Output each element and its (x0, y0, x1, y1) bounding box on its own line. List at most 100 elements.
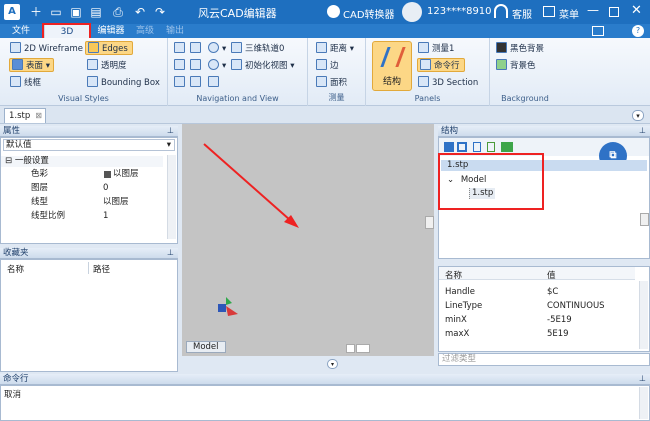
distance-button[interactable]: 距离 ▾ (316, 42, 354, 56)
tab-advanced[interactable]: 高级 (132, 24, 158, 38)
avatar[interactable] (402, 2, 422, 22)
list-view-icon[interactable] (444, 142, 454, 152)
surface-dropdown[interactable]: 表面 ▾ (9, 58, 54, 72)
front-view-icon[interactable] (174, 76, 188, 90)
col-value[interactable]: 值 (547, 269, 556, 281)
tab-output[interactable]: 输出 (162, 24, 188, 38)
pin-icon[interactable]: ⊥ (639, 374, 646, 384)
layout-icon[interactable] (592, 26, 604, 36)
command-scrollbar[interactable] (639, 387, 648, 419)
filter-input[interactable]: 过滤类型 (438, 353, 650, 366)
open-folder-icon[interactable]: ▭ (48, 4, 64, 20)
init-view-button[interactable]: 初始化视图 ▾ (231, 59, 294, 73)
undo-icon[interactable]: ↶ (132, 4, 148, 20)
viewport-dropdown-icon[interactable]: ▾ (327, 359, 338, 369)
table-scrollbar[interactable] (639, 281, 648, 349)
structure-scroll-thumb[interactable] (640, 213, 649, 226)
user-name[interactable]: 123****8910 (427, 6, 492, 17)
column-divider (88, 262, 89, 274)
orbit-button[interactable]: 三维轨道0 (231, 42, 284, 56)
edge-button[interactable]: 边 (316, 59, 339, 73)
table-row[interactable]: maxX 5E19 (439, 329, 635, 340)
structure-button[interactable]: 结构 (372, 41, 412, 91)
tab-close-icon[interactable]: ⊠ (35, 109, 42, 123)
bg-color-button[interactable]: 背景色 (496, 59, 536, 73)
model-tab[interactable]: Model (186, 341, 226, 353)
service-link[interactable]: 客服 (512, 6, 532, 21)
print-icon[interactable]: ⎙ (110, 4, 126, 20)
save-icon[interactable]: ▣ (68, 4, 84, 20)
col-name[interactable]: 名称 (445, 269, 462, 281)
view-dropdown-icon[interactable]: ▾ (208, 59, 226, 73)
pin-icon[interactable]: ⊥ (167, 126, 174, 136)
viewport-hscroll-thumb[interactable] (356, 344, 370, 353)
tree-icon[interactable] (501, 142, 513, 152)
viewport-hscroll-left[interactable] (346, 344, 355, 353)
property-row[interactable]: 线型 以图层 (1, 197, 163, 208)
table-row[interactable]: LineType CONTINUOUS (439, 301, 635, 312)
black-bg-button[interactable]: 黑色背景 (496, 42, 544, 56)
help-icon[interactable]: ? (632, 25, 644, 37)
zoom-extents-icon[interactable] (190, 59, 204, 73)
properties-group-row[interactable]: ⊟ 一般设置 (1, 156, 163, 167)
menu-icon[interactable] (543, 6, 555, 17)
wireframe-2d-button[interactable]: 2D Wireframe (10, 42, 83, 56)
import-icon[interactable] (487, 142, 495, 152)
viewport-scroll-thumb[interactable] (425, 216, 434, 229)
document-tab[interactable]: 1.stp ⊠ (4, 108, 46, 123)
section-3d-button[interactable]: 3D Section (418, 76, 478, 90)
edges-button[interactable]: Edges (85, 41, 133, 55)
table-row[interactable]: Handle $C (439, 287, 635, 298)
measure1-button[interactable]: 测量1 (418, 42, 454, 56)
command-line-button[interactable]: 命令行 (417, 58, 465, 72)
columns-icon[interactable] (457, 142, 467, 152)
properties-scrollbar[interactable] (167, 155, 176, 239)
wireframe-icon (10, 76, 21, 87)
favorites-col-path[interactable]: 路径 (93, 263, 110, 275)
export-icon[interactable] (473, 142, 481, 152)
command-output[interactable]: 取消 (0, 385, 650, 421)
pan-icon[interactable] (174, 42, 188, 56)
close-icon[interactable]: ✕ (631, 3, 642, 18)
rotate-icon[interactable] (174, 59, 188, 73)
cad-convert-link[interactable]: CAD转换器 (343, 6, 395, 21)
command-line-label: 命令行 (434, 61, 460, 71)
table-row[interactable]: minX -5E19 (439, 315, 635, 326)
wireframe-button[interactable]: 线框 (10, 76, 41, 90)
tab-file[interactable]: 文件 (6, 24, 36, 38)
area-icon (316, 76, 327, 87)
tab-editor[interactable]: 编辑器 (94, 24, 128, 38)
transparency-icon (87, 59, 98, 70)
save-as-icon[interactable]: ▤ (88, 4, 104, 20)
property-name: 线型 (31, 197, 49, 207)
property-row[interactable]: 线型比例 1 (1, 211, 163, 222)
minimize-icon[interactable]: — (587, 3, 599, 17)
menu-link[interactable]: 菜单 (559, 6, 579, 21)
pin-icon[interactable]: ⊥ (639, 126, 646, 136)
property-row[interactable]: 图层 0 (1, 183, 163, 194)
select-icon[interactable] (208, 76, 222, 90)
zoom-window-icon[interactable] (190, 42, 204, 56)
pin-icon[interactable]: ⊥ (167, 248, 174, 258)
bounding-box-button[interactable]: Bounding Box (87, 76, 160, 90)
chevron-down-icon: ▾ (166, 140, 171, 150)
measure1-icon (418, 42, 429, 53)
cell-name: LineType (445, 301, 483, 311)
3d-viewport[interactable]: Model (182, 124, 434, 356)
command-line-area: 命令行 ⊥ 取消 (0, 374, 650, 421)
transparency-button[interactable]: 透明度 (87, 59, 127, 73)
redo-icon[interactable]: ↷ (152, 4, 168, 20)
new-file-icon[interactable]: ＋ (28, 4, 44, 20)
area-button[interactable]: 面积 (316, 76, 347, 90)
headset-icon[interactable] (494, 4, 508, 18)
fit-icon[interactable] (190, 76, 204, 90)
color-swatch (104, 171, 111, 178)
favorites-col-name[interactable]: 名称 (7, 263, 24, 275)
cad-convert-icon[interactable] (327, 5, 340, 18)
edge-label: 边 (330, 61, 339, 71)
property-row[interactable]: 色彩 以图层 (1, 169, 163, 180)
tabs-dropdown-icon[interactable]: ▾ (632, 110, 644, 121)
maximize-icon[interactable] (609, 7, 619, 17)
zoom-dropdown-icon[interactable]: ▾ (208, 42, 226, 56)
properties-default-select[interactable]: 默认值 ▾ (3, 139, 175, 151)
